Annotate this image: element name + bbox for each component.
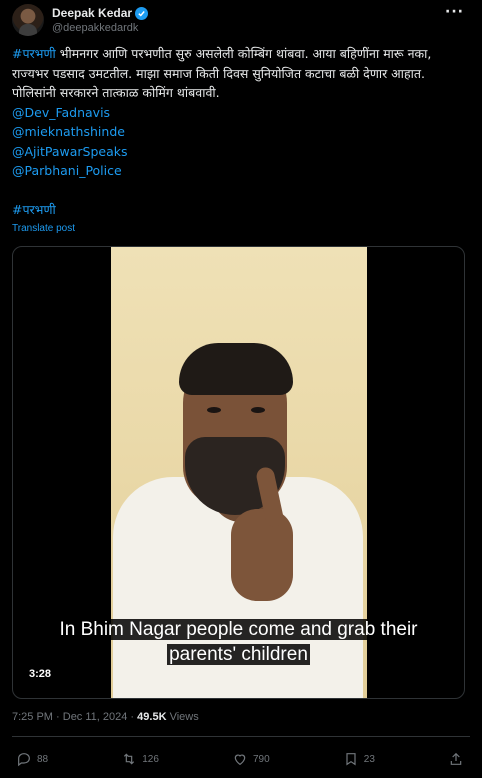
bookmark-icon [346, 753, 356, 766]
post-date[interactable]: Dec 11, 2024 [63, 711, 128, 723]
mention-link[interactable]: @Parbhani_Police [12, 161, 470, 181]
repost-button[interactable]: 126 [121, 751, 159, 767]
reply-icon [18, 753, 30, 767]
post-time[interactable]: 7:25 PM [12, 711, 53, 723]
more-icon[interactable]: ··· [445, 4, 464, 20]
share-button[interactable] [448, 751, 464, 767]
mention-link[interactable]: @Dev_Fadnavis [12, 103, 470, 123]
author-name-row: Deepak Kedar [52, 6, 149, 20]
post-body: भीमनगर आणि परभणीत सुरु असलेली कोम्बिंग थ… [12, 46, 432, 100]
views-label: Views [166, 711, 199, 723]
repost-count: 126 [142, 753, 159, 765]
post-text: #परभणी भीमनगर आणि परभणीत सुरु असलेली कोम… [12, 44, 470, 219]
bookmark-button[interactable]: 23 [343, 751, 375, 767]
video-caption: In Bhim Nagar people come and grab their… [13, 617, 464, 667]
mention-link[interactable]: @mieknathshinde [12, 122, 470, 142]
video-duration: 3:28 [24, 667, 57, 681]
translate-post-link[interactable]: Translate post [12, 223, 75, 234]
like-count: 790 [253, 753, 270, 765]
mention-link[interactable]: @AjitPawarSpeaks [12, 142, 470, 162]
views-count: 49.5K [137, 711, 167, 723]
action-bar: 88 126 790 23 [12, 748, 470, 770]
hashtag-link[interactable]: #परभणी [12, 46, 56, 61]
reply-count: 88 [37, 753, 49, 765]
author-handle[interactable]: @deepakkedardk [52, 22, 138, 34]
heart-icon [234, 754, 246, 766]
caption-line: In Bhim Nagar people come and grab their [57, 619, 420, 640]
post-meta: 7:25 PM · Dec 11, 2024 · 49.5K Views [12, 711, 199, 723]
post-header: Deepak Kedar @deepakkedardk ··· [12, 4, 470, 40]
author-display-name[interactable]: Deepak Kedar [52, 6, 132, 20]
reply-button[interactable]: 88 [16, 751, 48, 767]
verified-badge-icon[interactable] [135, 6, 149, 20]
video-player[interactable]: In Bhim Nagar people come and grab their… [12, 246, 465, 699]
author-avatar[interactable] [12, 4, 44, 36]
bookmark-count: 23 [363, 753, 375, 765]
caption-line: parents' children [167, 644, 310, 665]
share-icon [450, 752, 462, 765]
like-button[interactable]: 790 [232, 751, 270, 767]
repost-icon [124, 753, 135, 765]
hashtag-link[interactable]: #परभणी [12, 200, 470, 220]
divider [12, 736, 470, 737]
